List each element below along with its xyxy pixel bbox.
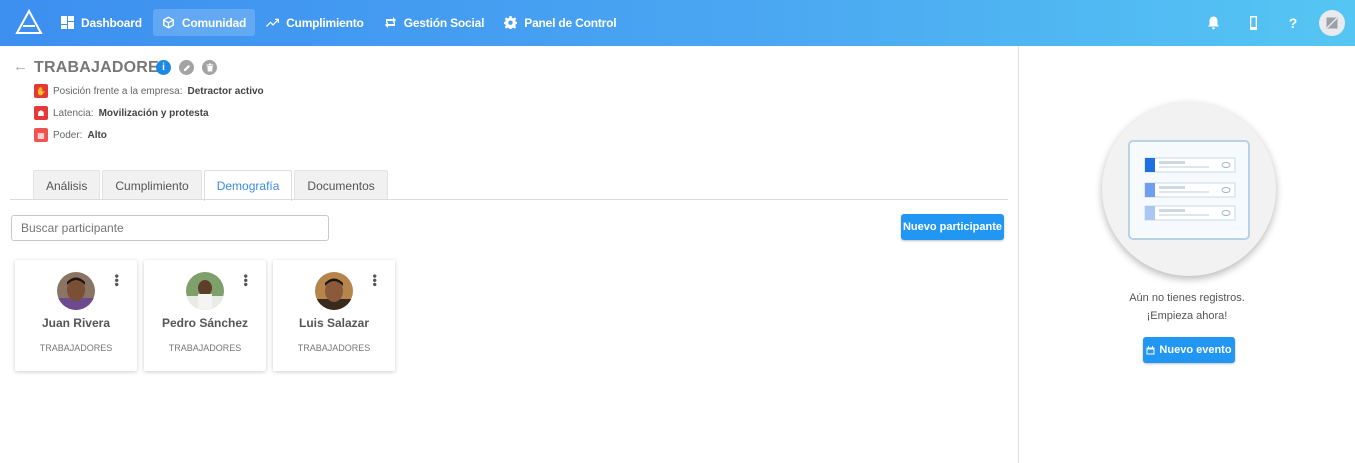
more-options-icon[interactable]: ••• <box>239 274 253 287</box>
nav-dashboard[interactable]: Dashboard <box>52 9 151 36</box>
app-logo[interactable] <box>15 9 43 35</box>
cube-icon <box>162 16 174 29</box>
nav-label: Comunidad <box>181 15 247 30</box>
top-navbar: Dashboard Comunidad Cumplimiento Gestión… <box>0 0 1355 46</box>
power-icon: ▦ <box>34 128 48 142</box>
info-icon[interactable]: i <box>156 60 171 75</box>
new-event-button[interactable]: Nuevo evento <box>1143 337 1235 363</box>
attribute-value: Alto <box>87 129 107 141</box>
attribute-label: Posición frente a la empresa: <box>53 85 183 97</box>
dashboard-icon <box>61 16 74 29</box>
attribute-label: Poder: <box>53 129 83 141</box>
participant-role: TRABAJADORES <box>297 343 371 353</box>
nav-panel-control[interactable]: Panel de Control <box>495 9 625 36</box>
swap-icon <box>384 17 396 28</box>
bell-icon <box>1207 16 1219 30</box>
tab-bar: Análisis Cumplimiento Demografía Documen… <box>33 170 388 201</box>
participant-list: ••• Juan Rivera TRABAJADORES ••• Pedro S… <box>15 260 395 371</box>
title-actions: i <box>156 60 217 75</box>
nav-gestion-social[interactable]: Gestión Social <box>375 9 494 36</box>
attribute-value: Movilización y protesta <box>98 107 209 119</box>
hand-icon: ✋ <box>34 84 48 98</box>
participant-photo <box>57 272 95 310</box>
page-title: TRABAJADORES <box>34 59 170 76</box>
tab-analisis[interactable]: Análisis <box>33 170 101 200</box>
group-detail-panel: ← TRABAJADORES i ✋ Posición frente a la … <box>0 46 1018 463</box>
empty-state-cta-text: ¡Empieza ahora! <box>1146 310 1228 322</box>
participant-card[interactable]: ••• Juan Rivera TRABAJADORES <box>15 260 137 371</box>
attribute-position: ✋ Posición frente a la empresa: Detracto… <box>34 84 264 98</box>
mobile-button[interactable] <box>1233 8 1273 38</box>
attribute-label: Latencia: <box>53 107 94 119</box>
empty-state-text: Aún no tienes registros. <box>1129 292 1245 304</box>
tab-divider <box>10 199 1008 200</box>
mobile-icon <box>1249 16 1257 30</box>
nav-label: Gestión Social <box>403 15 485 30</box>
nav-label: Dashboard <box>81 15 142 30</box>
more-options-icon[interactable]: ••• <box>368 274 382 287</box>
nav-label: Cumplimiento <box>286 15 364 30</box>
participant-photo <box>186 272 224 310</box>
attribute-latency: ☗ Latencia: Movilización y protesta <box>34 106 209 120</box>
tab-cumplimiento[interactable]: Cumplimiento <box>102 170 202 200</box>
main-nav: Dashboard Comunidad Cumplimiento Gestión… <box>52 9 625 36</box>
participant-name: Juan Rivera <box>41 316 111 330</box>
attribute-value: Detractor activo <box>187 85 264 97</box>
participant-role: TRABAJADORES <box>168 343 242 353</box>
new-event-label: Nuevo evento <box>1159 344 1232 356</box>
back-arrow-icon[interactable]: ← <box>13 58 28 75</box>
image-placeholder-icon <box>1326 17 1338 29</box>
nav-label: Panel de Control <box>524 15 617 30</box>
help-icon: ? <box>1288 15 1298 31</box>
edit-icon[interactable] <box>179 60 194 75</box>
user-avatar[interactable] <box>1319 10 1345 36</box>
events-panel: Aún no tienes registros. ¡Empieza ahora!… <box>1019 46 1355 463</box>
search-input[interactable] <box>11 215 329 241</box>
participant-name: Pedro Sánchez <box>161 316 249 330</box>
new-participant-button[interactable]: Nuevo participante <box>901 214 1004 240</box>
participant-name: Luis Salazar <box>298 316 370 330</box>
delete-icon[interactable] <box>202 60 217 75</box>
nav-cumplimiento[interactable]: Cumplimiento <box>257 9 373 36</box>
trend-icon <box>266 18 280 27</box>
empty-state-illustration <box>1102 102 1276 276</box>
attribute-power: ▦ Poder: Alto <box>34 128 107 142</box>
people-icon: ☗ <box>34 106 48 120</box>
more-options-icon[interactable]: ••• <box>110 274 124 287</box>
participant-role: TRABAJADORES <box>39 343 113 353</box>
gear-icon <box>504 16 518 29</box>
calendar-icon <box>1146 345 1155 354</box>
participant-card[interactable]: ••• Luis Salazar TRABAJADORES <box>273 260 395 371</box>
participant-photo <box>315 272 353 310</box>
help-button[interactable]: ? <box>1273 8 1313 38</box>
participant-card[interactable]: ••• Pedro Sánchez TRABAJADORES <box>144 260 266 371</box>
tab-demografia[interactable]: Demografía <box>203 170 293 201</box>
notifications-button[interactable] <box>1193 8 1233 38</box>
tab-documentos[interactable]: Documentos <box>294 170 388 200</box>
nav-comunidad[interactable]: Comunidad <box>152 9 256 36</box>
top-actions: ? <box>1193 8 1345 38</box>
